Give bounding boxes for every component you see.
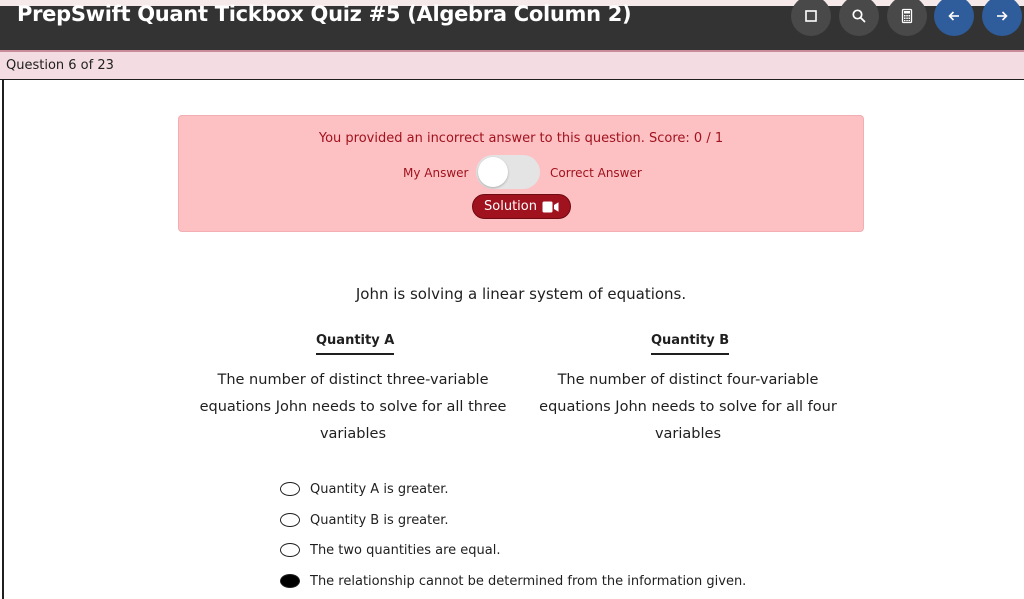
quantity-b-text: The number of distinct four-variable equ… [539, 372, 837, 442]
calculator-icon [901, 8, 913, 24]
answer-toggle-switch[interactable] [476, 155, 540, 189]
toggle-knob [478, 157, 508, 187]
arrow-right-icon [997, 11, 1008, 21]
quantity-b-heading: Quantity B [651, 333, 730, 355]
option-label: The two quantities are equal. [310, 542, 501, 558]
next-question-button[interactable] [982, 0, 1022, 36]
quantity-a-text: The number of distinct three-variable eq… [199, 372, 507, 442]
solution-button-label: Solution [484, 199, 537, 214]
answer-option-2[interactable]: Quantity B is greater. [280, 510, 449, 530]
question-progress-bar: Question 6 of 23 [0, 52, 1024, 80]
radio-button[interactable] [280, 543, 300, 557]
correct-answer-label: Correct Answer [550, 166, 642, 180]
answer-option-4[interactable]: The relationship cannot be determined fr… [280, 571, 746, 591]
calculator-button[interactable] [887, 0, 927, 36]
radio-button-selected[interactable] [280, 574, 300, 588]
solution-button[interactable]: Solution [472, 194, 571, 219]
option-label: The relationship cannot be determined fr… [310, 573, 747, 589]
square-icon [805, 10, 817, 22]
question-content: You provided an incorrect answer to this… [2, 80, 1024, 599]
radio-button[interactable] [280, 513, 300, 527]
video-camera-icon [542, 201, 559, 212]
my-answer-label: My Answer [403, 166, 469, 180]
option-label: Quantity A is greater. [310, 481, 449, 497]
answer-toggle-row: My Answer Correct Answer [179, 155, 863, 191]
search-icon [852, 9, 866, 23]
quantity-a-heading: Quantity A [316, 333, 395, 355]
option-label: Quantity B is greater. [310, 512, 449, 528]
app-header: PrepSwift Quant Tickbox Quiz #5 (Algebra… [0, 0, 1024, 52]
search-button[interactable] [839, 0, 879, 36]
answer-option-3[interactable]: The two quantities are equal. [280, 540, 501, 560]
fullscreen-button[interactable] [791, 0, 831, 36]
feedback-panel: You provided an incorrect answer to this… [178, 115, 864, 232]
answer-option-1[interactable]: Quantity A is greater. [280, 479, 449, 499]
quiz-title: PrepSwift Quant Tickbox Quiz #5 (Algebra… [17, 2, 632, 26]
arrow-left-icon [948, 11, 959, 21]
radio-button[interactable] [280, 482, 300, 496]
question-stem: John is solving a linear system of equat… [355, 285, 687, 303]
previous-question-button[interactable] [934, 0, 974, 36]
question-counter: Question 6 of 23 [6, 58, 114, 73]
feedback-message: You provided an incorrect answer to this… [318, 131, 724, 146]
